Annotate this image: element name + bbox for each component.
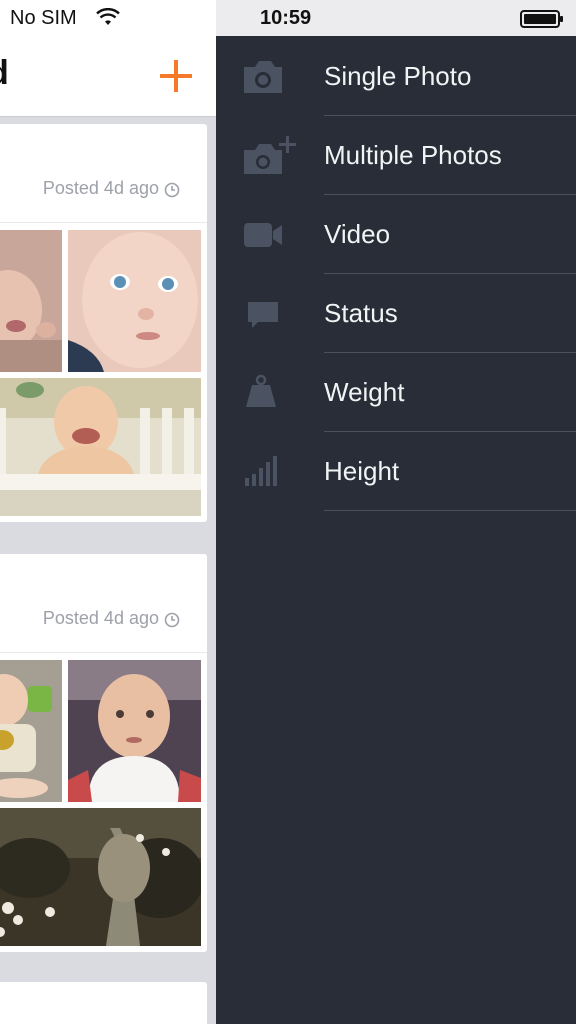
- posted-time: Posted 4d ago: [42, 608, 159, 628]
- garden-photo[interactable]: [0, 808, 201, 946]
- feed-header: d: [0, 36, 216, 117]
- menu-item-label: Video: [324, 219, 391, 249]
- camera-plus-icon: [244, 136, 296, 174]
- menu-item-single-photo[interactable]: Single Photo: [216, 37, 576, 116]
- camera-icon: [244, 61, 282, 93]
- menu-item-label: Single Photo: [324, 61, 472, 91]
- video-icon: [244, 223, 282, 247]
- card-divider: [0, 222, 207, 223]
- menu-divider: [324, 510, 576, 511]
- post-card[interactable]: Posted 4d ago: [0, 124, 207, 522]
- menu-item-status[interactable]: Status: [216, 274, 576, 353]
- height-bars-icon: [245, 456, 277, 486]
- card-divider: [0, 652, 207, 653]
- weight-icon: [246, 374, 276, 407]
- posted-time: Posted 4d ago: [42, 178, 159, 198]
- photo-feed: No SIM d Posted 4d ago: [0, 0, 216, 1024]
- clock-icon: [164, 612, 180, 628]
- menu-item-height[interactable]: Height: [216, 432, 576, 511]
- post-card[interactable]: Posted 4d ago: [0, 554, 207, 952]
- status-bar-right: 10:59: [216, 0, 576, 36]
- baby-photo[interactable]: [0, 230, 62, 372]
- menu-item-label: Multiple Photos: [324, 140, 502, 170]
- wifi-icon: [96, 8, 120, 25]
- menu-item-weight[interactable]: Weight: [216, 353, 576, 432]
- add-content-menu: 10:59 Single Photo Multiple Photos Video…: [216, 0, 576, 1024]
- add-post-button[interactable]: [156, 56, 196, 96]
- page-title: d: [0, 54, 9, 93]
- speech-bubble-icon: [248, 302, 278, 328]
- baby-photo[interactable]: [68, 230, 201, 372]
- clock-icon: [164, 182, 180, 198]
- carrier-label: No SIM: [10, 7, 77, 29]
- baby-photo[interactable]: [0, 378, 201, 516]
- baby-photo[interactable]: [0, 660, 62, 802]
- menu-item-label: Weight: [324, 377, 405, 407]
- menu-item-multiple-photos[interactable]: Multiple Photos: [216, 116, 576, 195]
- baby-photo[interactable]: [68, 660, 201, 802]
- menu-item-label: Status: [324, 298, 398, 328]
- clock-time: 10:59: [260, 7, 312, 29]
- menu-item-video[interactable]: Video: [216, 195, 576, 274]
- status-bar-left: No SIM: [0, 0, 216, 36]
- battery-icon: [520, 10, 563, 28]
- menu-item-label: Height: [324, 456, 400, 486]
- post-card[interactable]: [0, 982, 207, 1024]
